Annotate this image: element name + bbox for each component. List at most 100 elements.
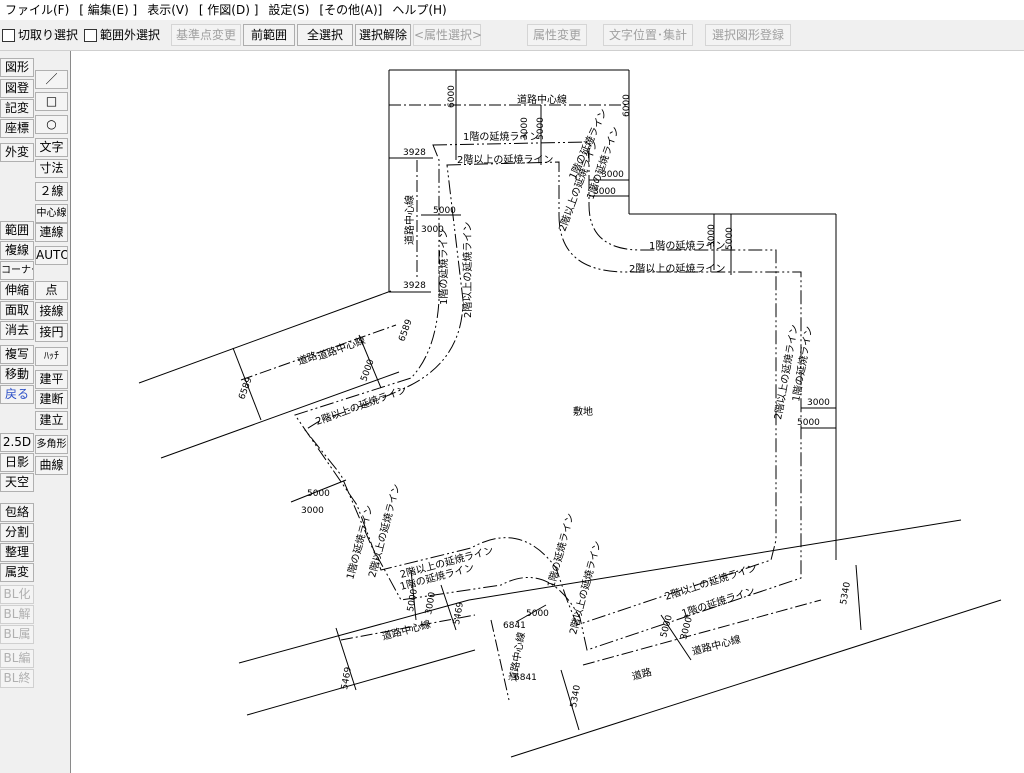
drawing-labels: 敷地 道路中心線 道路中心線 道路 道路中心線 道路中心線 道路中心線 道路 道… <box>296 93 816 683</box>
dim-label: 5000 <box>433 206 456 216</box>
tool-button[interactable]: 属変 <box>0 563 34 582</box>
tool-button[interactable]: 接線 <box>35 302 68 321</box>
road-center-label: 道路中心線 <box>517 93 567 106</box>
dim-label: 5469 <box>340 666 354 691</box>
road-center-label: 道路中心線 <box>690 632 742 657</box>
dim-line <box>855 564 862 631</box>
tool-button[interactable]: 連線 <box>35 223 68 242</box>
cut-select-label: 切取り選択 <box>18 28 79 42</box>
upper-floor-line-label: 2階以上の延焼ライン <box>629 263 725 275</box>
menu-item[interactable]: 表示(V) <box>142 0 194 20</box>
dim-label: 5340 <box>839 581 853 606</box>
dim-label: 3928 <box>403 148 426 158</box>
tool-button[interactable]: AUTO <box>35 246 68 265</box>
tool-button[interactable]: コーナー <box>0 261 34 280</box>
tool-button[interactable]: 整理 <box>0 543 34 562</box>
upper-floor-line-label: 2階以上の延焼ライン <box>462 222 474 318</box>
tool-button[interactable]: 日影 <box>0 453 34 472</box>
select-all-button[interactable]: 全選択 <box>297 24 353 46</box>
cut-select-checkbox[interactable]: 切取り選択 <box>2 24 82 46</box>
tool-button[interactable]: 図形 <box>0 58 34 77</box>
road-center-label: 道路中心線 <box>403 195 416 245</box>
line-tool-button[interactable]: ／ <box>35 70 68 89</box>
tool-button[interactable]: 消去 <box>0 321 34 340</box>
tool-button[interactable]: 座標 <box>0 119 34 138</box>
toolbar: 切取り選択 範囲外選択 基準点変更 前範囲 全選択 選択解除 <属性選択> 属性… <box>0 20 1024 51</box>
first-floor-line-label: 1階の延焼ライン <box>649 240 725 252</box>
tool-button[interactable]: BL終 <box>0 669 34 688</box>
tool-button[interactable]: 建平 <box>35 370 68 389</box>
prev-range-button[interactable]: 前範囲 <box>243 24 295 46</box>
outside-select-checkbox[interactable]: 範囲外選択 <box>84 24 166 46</box>
tool-button[interactable]: 記変 <box>0 99 34 118</box>
tool-button[interactable]: ２線 <box>35 182 68 201</box>
menu-item[interactable]: [ 作図(D) ] <box>194 0 264 20</box>
tool-button[interactable]: 複写 <box>0 345 34 364</box>
dim-label: 3000 <box>424 591 438 616</box>
upper-floor-line-label: 2階以上の延焼ライン <box>314 384 409 428</box>
road-edge-line <box>510 599 1002 758</box>
tool-button[interactable]: 分割 <box>0 523 34 542</box>
menu-item[interactable]: ヘルプ(H) <box>387 0 451 20</box>
menu-bar: ファイル(F)[ 編集(E) ] 表示(V)[ 作図(D) ] 設定(S) [その他(… <box>0 0 1024 20</box>
rectangle-tool-button[interactable]: □ <box>35 92 68 111</box>
tool-button[interactable]: 複線 <box>0 241 34 260</box>
tool-button[interactable]: BL属 <box>0 625 34 644</box>
tool-button[interactable]: 中心線 <box>35 204 68 223</box>
upper-floor-line-label: 2階以上の延焼ライン <box>366 483 403 579</box>
tool-button[interactable]: 接円 <box>35 323 68 342</box>
dim-label: 3000 <box>301 506 324 516</box>
first-floor-line-label: 1階の延焼ライン <box>545 512 576 589</box>
dim-label: 5000 <box>659 614 675 639</box>
menu-item[interactable]: 設定(S) <box>263 0 314 20</box>
tool-button[interactable]: 文字 <box>35 138 68 157</box>
road-label: 道路 <box>296 349 319 368</box>
tool-button[interactable]: BL解 <box>0 605 34 624</box>
road-edge-line <box>138 290 392 384</box>
tool-button[interactable]: 天空 <box>0 473 34 492</box>
tool-button[interactable]: ﾊｯﾁ <box>35 347 68 366</box>
dim-label: 6589 <box>397 318 414 343</box>
tool-button[interactable]: 点 <box>35 281 68 300</box>
tool-button[interactable]: 2.5D <box>0 433 34 452</box>
attr-change-button[interactable]: 属性変更 <box>527 24 587 46</box>
text-pos-tally-button[interactable]: 文字位置･集計 <box>603 24 693 46</box>
dim-label: 6000 <box>447 85 457 108</box>
tool-button[interactable]: 包絡 <box>0 503 34 522</box>
tool-button[interactable]: 外変 <box>0 143 34 162</box>
tool-button[interactable]: 曲線 <box>35 456 68 475</box>
dim-label: 5000 <box>406 588 420 613</box>
tool-button[interactable]: 範囲 <box>0 221 34 240</box>
tool-button[interactable]: 多角形 <box>35 435 68 454</box>
tool-button[interactable]: 建断 <box>35 390 68 409</box>
menu-item[interactable]: [ 編集(E) ] <box>74 0 142 20</box>
dim-label: 3928 <box>403 281 426 291</box>
menu-item[interactable]: [その他(A)] <box>314 0 387 20</box>
first-floor-line-label: 1階の延焼ライン <box>463 131 539 143</box>
drawing-canvas[interactable]: 6000 6000 3000 5000 3928 3928 5000 3000 … <box>70 51 1024 773</box>
register-shape-button[interactable]: 選択図形登録 <box>705 24 791 46</box>
road-edge-line <box>160 371 400 459</box>
cad-drawing: 6000 6000 3000 5000 3928 3928 5000 3000 … <box>138 69 1002 758</box>
tool-button[interactable]: 図登 <box>0 79 34 98</box>
center-line <box>490 619 510 701</box>
tool-button[interactable]: 伸縮 <box>0 281 34 300</box>
tool-button[interactable]: 建立 <box>35 411 68 430</box>
dim-label: 3000 <box>807 398 830 408</box>
tool-button[interactable]: 移動 <box>0 365 34 384</box>
road-center-label: 道路中心線 <box>380 617 432 642</box>
menu-item[interactable]: ファイル(F) <box>0 0 74 20</box>
tool-button[interactable]: 面取 <box>0 301 34 320</box>
deselect-button[interactable]: 選択解除 <box>355 24 411 46</box>
base-point-change-button[interactable]: 基準点変更 <box>171 24 241 46</box>
dim-label: 3000 <box>679 616 695 641</box>
circle-tool-button[interactable]: ○ <box>35 115 68 134</box>
checkbox-box-icon <box>84 28 97 42</box>
tool-button[interactable]: 戻る <box>0 385 34 404</box>
tool-button[interactable]: 寸法 <box>35 159 68 178</box>
road-label: 道路 <box>630 665 653 683</box>
tool-button[interactable]: BL化 <box>0 585 34 604</box>
tool-button[interactable]: BL編 <box>0 649 34 668</box>
first-floor-line-label: 1階の延焼ライン <box>438 229 450 305</box>
attr-select-button[interactable]: <属性選択> <box>413 24 482 46</box>
